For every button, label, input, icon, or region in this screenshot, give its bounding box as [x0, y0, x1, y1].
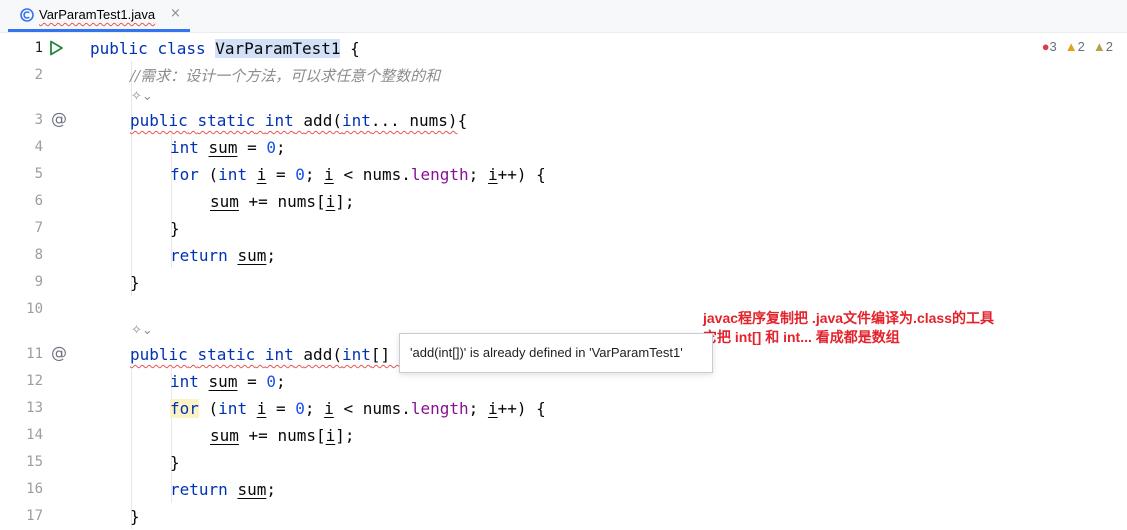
- line-number: 2: [34, 67, 43, 83]
- error-tooltip: 'add(int[])' is already defined in 'VarP…: [399, 333, 713, 373]
- code-line-4: int sum = 0;: [170, 138, 286, 157]
- code-line-8: return sum;: [170, 246, 276, 265]
- weak-warning-count[interactable]: ▲2: [1093, 39, 1113, 54]
- code-line-9: }: [130, 273, 140, 292]
- ai-hint-icon[interactable]: ✧⌄: [131, 89, 153, 104]
- code-line-3: public static int add(int... nums){: [130, 111, 468, 130]
- error-count[interactable]: ●3: [1042, 39, 1057, 54]
- line-number: 11: [26, 346, 43, 362]
- class-name: VarParamTest1: [215, 39, 341, 58]
- line-number: 1: [34, 40, 43, 56]
- code-line-13: for (int i = 0; i < nums.length; i++) {: [170, 399, 546, 418]
- tab-varparamtest1[interactable]: VarParamTest1.java ×: [8, 0, 190, 32]
- error-icon: ●: [1041, 39, 1050, 54]
- line-number: 3: [34, 112, 43, 128]
- warning-icon: ▲: [1064, 39, 1078, 54]
- code-line-5: for (int i = 0; i < nums.length; i++) {: [170, 165, 546, 184]
- tab-label: VarParamTest1.java: [39, 7, 156, 22]
- code-line-15: }: [170, 453, 180, 472]
- line-number: 4: [34, 139, 43, 155]
- line-number: 13: [26, 400, 43, 416]
- line-number: 6: [34, 193, 43, 209]
- annotation-line-2: 它把 int[] 和 int... 看成都是数组: [703, 329, 900, 345]
- close-icon[interactable]: ×: [170, 6, 181, 21]
- run-icon[interactable]: [48, 40, 64, 56]
- line-gutter: 1 2 3 4 5 6 7 8 9 10 11 12 13 14 15 16 1…: [0, 33, 80, 529]
- ai-hint-icon[interactable]: ✧⌄: [131, 323, 153, 338]
- code-line-6: sum += nums[i];: [210, 192, 355, 211]
- line-number: 9: [34, 274, 43, 290]
- code-line-12: int sum = 0;: [170, 372, 286, 391]
- line-number: 10: [26, 301, 43, 317]
- code-line-1: public class VarParamTest1 {: [90, 39, 360, 58]
- implements-marker-icon[interactable]: @: [51, 343, 67, 362]
- code-line-16: return sum;: [170, 480, 276, 499]
- line-number: 12: [26, 373, 43, 389]
- comment: //需求：设计一个方法，可以求任意个整数的和: [130, 67, 441, 85]
- code-line-2: //需求：设计一个方法，可以求任意个整数的和: [130, 62, 440, 89]
- inspection-widget[interactable]: ●3 ▲2 ▲2: [1042, 39, 1113, 54]
- editor-tab-bar: VarParamTest1.java ×: [0, 0, 1127, 33]
- line-number: 15: [26, 454, 43, 470]
- annotation-line-1: javac程序复制把 .java文件编译为.class的工具: [703, 310, 994, 326]
- code-editor[interactable]: 1 2 3 4 5 6 7 8 9 10 11 12 13 14 15 16 1…: [0, 33, 1127, 529]
- weak-warning-icon: ▲: [1092, 39, 1106, 54]
- line-number: 17: [26, 508, 43, 524]
- code-line-7: }: [170, 219, 180, 238]
- line-number: 16: [26, 481, 43, 497]
- line-number: 5: [34, 166, 43, 182]
- java-class-icon: [20, 8, 34, 22]
- code-line-14: sum += nums[i];: [210, 426, 355, 445]
- warning-count[interactable]: ▲2: [1065, 39, 1085, 54]
- line-number: 7: [34, 220, 43, 236]
- line-number: 14: [26, 427, 43, 443]
- implements-marker-icon[interactable]: @: [51, 109, 67, 128]
- line-number: 8: [34, 247, 43, 263]
- code-line-17: }: [130, 507, 140, 526]
